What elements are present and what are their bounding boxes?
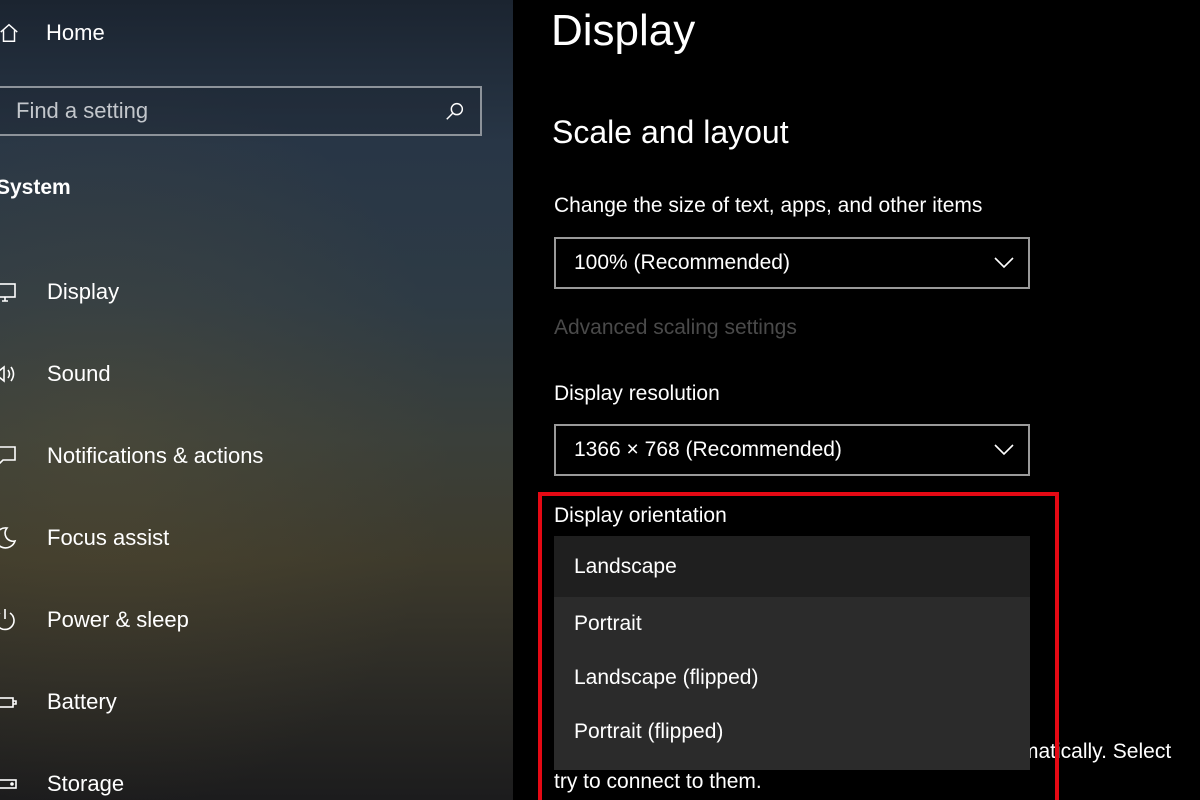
search-box[interactable] bbox=[0, 86, 482, 136]
obscured-description-text: try to connect to them. bbox=[554, 770, 762, 793]
sidebar-item-label: Focus assist bbox=[47, 525, 170, 550]
resolution-dropdown-value: 1366 × 768 (Recommended) bbox=[574, 438, 842, 461]
orientation-option-portrait-flipped[interactable]: Portrait (flipped) bbox=[554, 705, 1030, 759]
monitor-icon bbox=[0, 283, 16, 302]
main-content: Display Scale and layout Change the size… bbox=[513, 0, 1200, 800]
orientation-dropdown-menu: Landscape Portrait Landscape (flipped) P… bbox=[554, 536, 1030, 770]
resolution-dropdown[interactable]: 1366 × 768 (Recommended) bbox=[554, 424, 1030, 476]
battery-icon bbox=[0, 697, 17, 708]
search-input[interactable] bbox=[16, 98, 416, 124]
chevron-down-icon bbox=[994, 257, 1014, 269]
resolution-label: Display resolution bbox=[554, 382, 720, 405]
page-title: Display bbox=[551, 6, 696, 55]
chevron-down-icon bbox=[994, 444, 1014, 456]
sidebar-item-label: Notifications & actions bbox=[47, 443, 264, 468]
orientation-label: Display orientation bbox=[554, 504, 727, 527]
section-title: Scale and layout bbox=[552, 114, 789, 150]
home-icon bbox=[0, 23, 18, 42]
storage-icon bbox=[0, 779, 17, 789]
speaker-icon bbox=[0, 365, 15, 383]
sidebar-item-notifications[interactable]: Notifications & actions bbox=[0, 415, 513, 497]
power-icon bbox=[0, 609, 15, 631]
settings-window: Home System Display Sound bbox=[0, 0, 1200, 800]
sidebar-item-display[interactable]: Display bbox=[0, 251, 513, 333]
orientation-option-portrait[interactable]: Portrait bbox=[554, 597, 1030, 651]
sidebar-item-label: Display bbox=[47, 279, 120, 304]
advanced-scaling-link[interactable]: Advanced scaling settings bbox=[554, 316, 797, 340]
sidebar-item-battery[interactable]: Battery bbox=[0, 661, 513, 743]
scale-dropdown[interactable]: 100% (Recommended) bbox=[554, 237, 1030, 289]
orientation-option-landscape[interactable]: Landscape bbox=[554, 536, 1030, 597]
message-icon bbox=[0, 446, 16, 465]
sidebar-item-label: Battery bbox=[47, 689, 117, 714]
home-nav-item[interactable]: Home bbox=[0, 14, 105, 52]
obscured-description-text: matically. Select bbox=[1021, 740, 1172, 763]
section-label-system: System bbox=[0, 176, 71, 199]
sidebar-item-label: Storage bbox=[47, 771, 125, 796]
sidebar-item-storage[interactable]: Storage bbox=[0, 743, 513, 800]
scale-label: Change the size of text, apps, and other… bbox=[554, 194, 983, 217]
orientation-option-landscape-flipped[interactable]: Landscape (flipped) bbox=[554, 651, 1030, 705]
sidebar-item-power-sleep[interactable]: Power & sleep bbox=[0, 579, 513, 661]
search-icon[interactable] bbox=[444, 100, 466, 122]
moon-icon bbox=[0, 527, 17, 549]
sidebar-item-sound[interactable]: Sound bbox=[0, 333, 513, 415]
sidebar-item-label: Power & sleep bbox=[47, 607, 189, 632]
sidebar: Home System Display Sound bbox=[0, 0, 513, 800]
scale-dropdown-value: 100% (Recommended) bbox=[574, 251, 790, 274]
sidebar-item-focus-assist[interactable]: Focus assist bbox=[0, 497, 513, 579]
sidebar-nav: Display Sound Notifications & actions Fo… bbox=[0, 251, 513, 800]
home-label: Home bbox=[46, 20, 105, 45]
sidebar-item-label: Sound bbox=[47, 361, 111, 386]
